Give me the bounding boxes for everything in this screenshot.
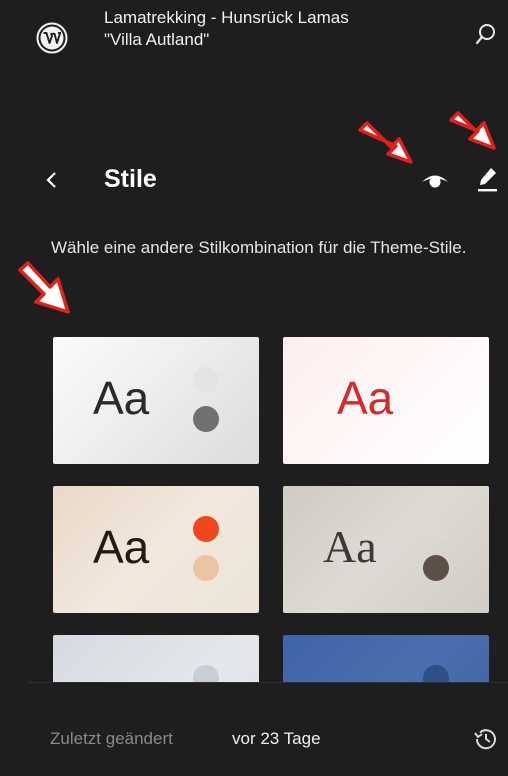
site-title: Lamatrekking - Hunsrück Lamas "Villa Aut… <box>104 8 349 49</box>
styles-header: Stile <box>0 150 508 210</box>
color-swatch <box>193 665 219 682</box>
style-variation-card-red[interactable]: Aa <box>283 337 489 464</box>
color-swatch <box>193 555 219 581</box>
annotation-arrow-edit <box>449 111 496 150</box>
search-button[interactable] <box>474 22 498 46</box>
color-swatch <box>193 516 219 542</box>
color-swatch <box>423 555 449 581</box>
last-modified-footer: Zuletzt geändert vor 23 Tage <box>0 683 508 776</box>
last-modified-value: vor 23 Tage <box>232 729 321 748</box>
wordpress-logo-icon[interactable] <box>36 22 68 54</box>
color-swatch <box>193 406 219 432</box>
eye-icon <box>422 175 448 188</box>
color-swatch <box>423 665 449 682</box>
style-variation-card-blue[interactable] <box>283 635 489 682</box>
search-icon <box>475 24 495 45</box>
style-variation-card-stone[interactable]: Aa <box>283 486 489 613</box>
preview-button[interactable] <box>420 166 450 194</box>
styles-description: Wähle eine andere Stilkombination für di… <box>51 238 467 257</box>
color-swatch <box>423 516 449 542</box>
last-modified-label: Zuletzt geändert <box>50 729 173 748</box>
back-button[interactable] <box>40 168 64 192</box>
style-variation-card-gray[interactable] <box>53 635 259 682</box>
revisions-button[interactable] <box>472 725 500 753</box>
style-variation-card-peach[interactable]: Aa <box>53 486 259 613</box>
top-bar: Lamatrekking - Hunsrück Lamas "Villa Aut… <box>0 0 508 80</box>
style-variation-card-default[interactable]: Aa <box>53 337 259 464</box>
annotation-arrow-variations <box>18 261 70 314</box>
color-swatch <box>193 367 219 393</box>
chevron-left-icon <box>46 172 56 188</box>
pencil-icon <box>478 168 497 192</box>
history-icon <box>474 729 496 750</box>
edit-styles-button[interactable] <box>474 164 502 194</box>
page-title: Stile <box>104 165 157 193</box>
style-variations-grid[interactable]: Aa Aa Aa Aa <box>0 330 508 682</box>
